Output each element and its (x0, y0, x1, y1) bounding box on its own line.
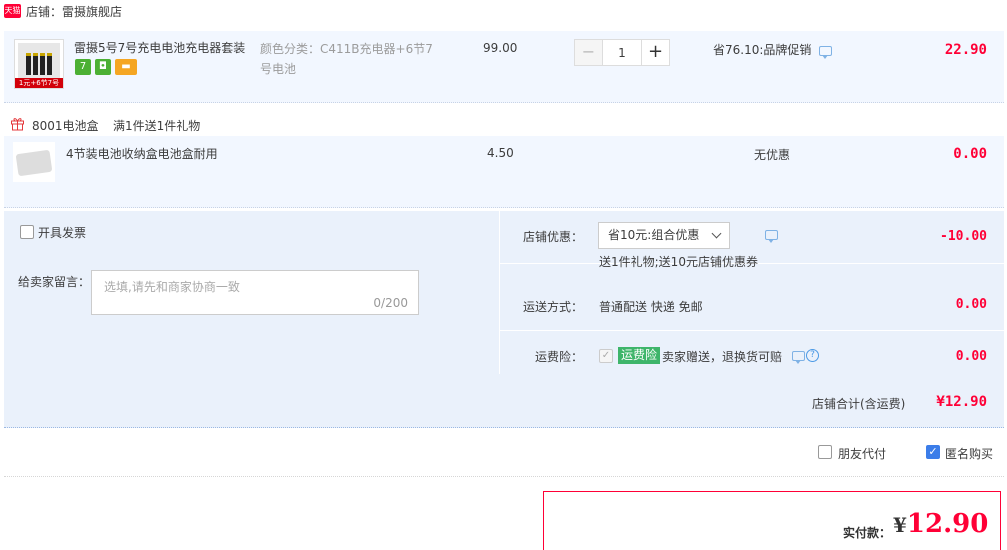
qty-input[interactable]: 1 (603, 39, 641, 66)
gift-subtotal: 0.00 (953, 146, 987, 162)
shop-name[interactable]: 店铺：雷摄旗舰店 (26, 3, 122, 20)
pay-amount: ¥12.90 (893, 509, 988, 539)
card-icon[interactable]: ▬ (115, 59, 137, 75)
divider (499, 330, 1004, 331)
shipping-label: 运送方式： (523, 300, 584, 314)
shop-discount-value: 省10元:组合优惠 (608, 228, 700, 242)
shop-discount-amount: -10.00 (940, 229, 987, 244)
shop-total-value: ¥12.90 (936, 394, 987, 410)
gift-rule: 满1件送1件礼物 (113, 119, 201, 133)
shipping-amount: 0.00 (955, 297, 987, 312)
help-icon[interactable]: ? (806, 349, 819, 362)
insurance-checkbox: ✓ (599, 349, 613, 363)
shop-discount-label: 店铺优惠： (523, 230, 584, 244)
invoice-checkbox[interactable] (20, 225, 34, 239)
gift-icon (11, 118, 24, 131)
item-price: 99.00 (483, 41, 518, 55)
anonymous-checkbox[interactable]: ✓ (926, 445, 940, 459)
shop-discount-select[interactable]: 省10元:组合优惠 (598, 222, 730, 249)
item-title[interactable]: 雷摄5号7号充电电池充电器套装 (74, 39, 252, 56)
pay-label: 实付款： (843, 526, 892, 540)
friend-pay-label[interactable]: 朋友代付 (838, 445, 886, 462)
shipping-value: 普通配送 快递 免邮 (599, 300, 703, 314)
item-promo: 省76.10:品牌促销 (713, 43, 812, 57)
message-label: 给卖家留言： (18, 275, 91, 289)
seven-day-icon[interactable]: 7 (75, 59, 91, 75)
anonymous-label[interactable]: 匿名购买 (945, 445, 993, 462)
gift-promo: 无优惠 (754, 148, 791, 162)
promo-chat-icon[interactable] (819, 46, 832, 59)
item-thumbnail[interactable]: 1元+6节7号 (14, 39, 64, 89)
guarantee-icon[interactable]: ◘ (95, 59, 111, 75)
insurance-tag: 运费险 (618, 347, 661, 364)
insurance-text: 卖家赠送，退换货可赔 (662, 350, 783, 364)
item-subtotal: 22.90 (944, 42, 987, 58)
thumb-label: 1元+6节7号 (15, 78, 63, 88)
insurance-chat-icon[interactable] (792, 351, 805, 364)
message-count: 0/200 (373, 296, 408, 310)
gift-title[interactable]: 4节装电池收纳盒电池盒耐用 (66, 145, 218, 162)
divider (4, 476, 1004, 477)
shop-discount-note: 送1件礼物;送10元店铺优惠券 (599, 255, 758, 269)
message-field[interactable]: 选填,请先和商家协商一致 0/200 (91, 270, 419, 315)
discount-chat-icon[interactable] (765, 230, 778, 243)
gift-name: 8001电池盒 (32, 119, 99, 133)
qty-decrease-button[interactable]: − (574, 39, 603, 66)
friend-pay-checkbox[interactable] (818, 445, 832, 459)
message-placeholder: 选填,请先和商家协商一致 (104, 280, 240, 294)
qty-increase-button[interactable]: + (641, 39, 670, 66)
insurance-label: 运费险： (535, 350, 584, 364)
gift-thumbnail[interactable] (13, 142, 55, 182)
chevron-down-icon (711, 228, 722, 239)
item-sku: 颜色分类：C411B充电器+6节7号电池 (260, 42, 433, 76)
shop-total-label: 店铺合计(含运费) (812, 397, 906, 411)
pay-value: 12.90 (906, 509, 989, 539)
insurance-amount: 0.00 (955, 349, 987, 364)
gift-price: 4.50 (487, 146, 514, 160)
currency-symbol: ¥ (893, 513, 907, 537)
tmall-badge-icon: 天猫 (4, 4, 21, 18)
invoice-label[interactable]: 开具发票 (38, 224, 86, 241)
